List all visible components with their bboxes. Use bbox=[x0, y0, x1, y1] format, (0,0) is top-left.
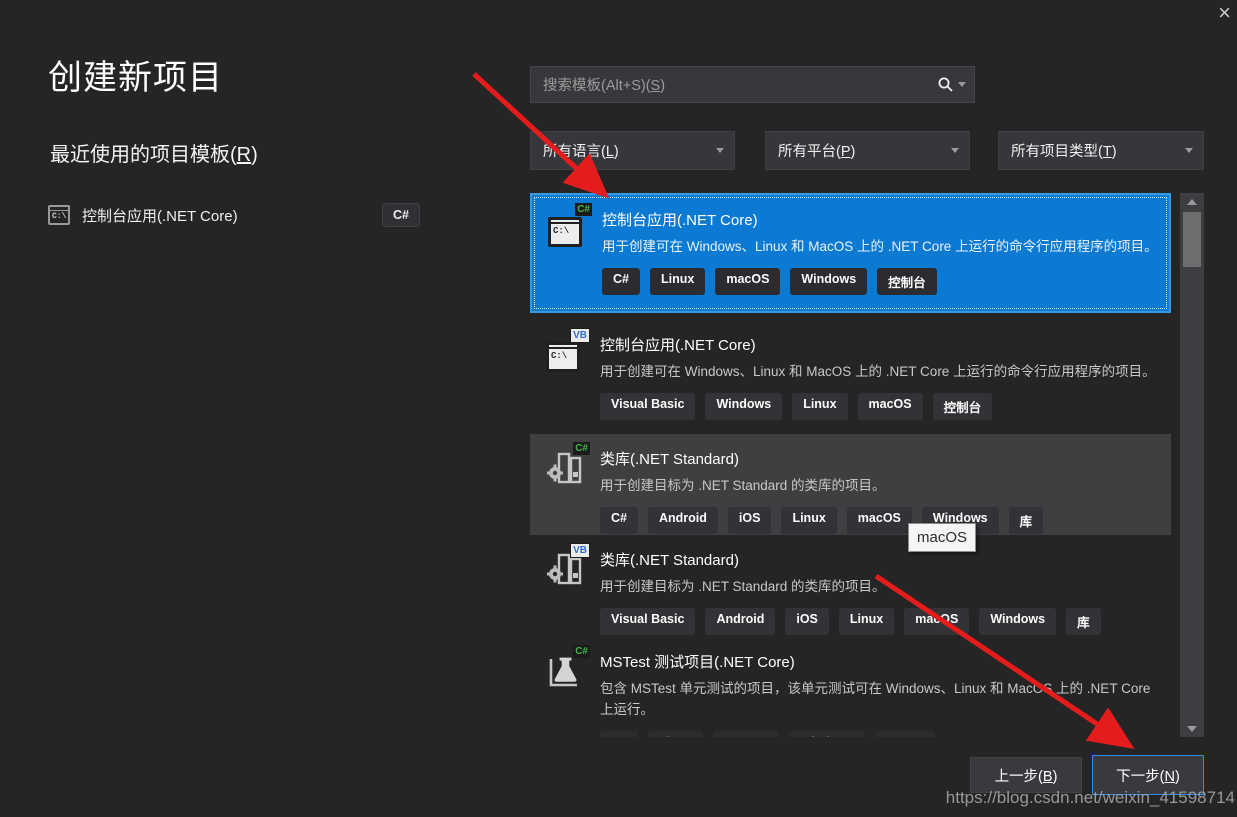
test-flask-icon: C# bbox=[546, 651, 586, 691]
triangle-down-icon bbox=[1187, 726, 1197, 732]
template-description: 用于创建目标为 .NET Standard 的类库的项目。 bbox=[600, 476, 1161, 497]
tag: Visual Basic bbox=[600, 393, 695, 420]
tag: Windows bbox=[979, 608, 1056, 635]
template-title: 控制台应用(.NET Core) bbox=[600, 334, 1161, 355]
tag: 控制台 bbox=[933, 393, 993, 420]
class-library-icon: C# bbox=[546, 448, 586, 488]
filter-language-dropdown[interactable]: 所有语言(L) bbox=[530, 131, 735, 170]
console-app-icon: C:\ bbox=[48, 205, 70, 225]
tag: C# bbox=[602, 268, 640, 295]
watermark-url: https://blog.csdn.net/weixin_41598714 bbox=[946, 788, 1235, 808]
tag: Linux bbox=[839, 608, 894, 635]
template-title: 类库(.NET Standard) bbox=[600, 448, 1161, 469]
triangle-up-icon bbox=[1187, 199, 1197, 205]
tag: iOS bbox=[785, 608, 829, 635]
template-description: 包含 MSTest 单元测试的项目，该单元测试可在 Windows、Linux … bbox=[600, 679, 1161, 721]
filter-platform-label: 所有平台(P) bbox=[778, 140, 855, 161]
tag: Windows bbox=[705, 393, 782, 420]
filter-project-type-dropdown[interactable]: 所有项目类型(T) bbox=[998, 131, 1204, 170]
tag: C# bbox=[600, 507, 638, 534]
tag: Linux bbox=[648, 731, 703, 737]
tag: macOS bbox=[858, 393, 923, 420]
chevron-down-icon bbox=[951, 148, 959, 153]
scrollbar[interactable] bbox=[1180, 193, 1204, 737]
tag: 控制台 bbox=[877, 268, 937, 295]
template-row-classlib-vb[interactable]: VB 类库(.NET Standard) 用于创建目标为 .NET Standa… bbox=[530, 535, 1171, 636]
language-badge: C# bbox=[382, 203, 420, 227]
template-description: 用于创建可在 Windows、Linux 和 MacOS 上的 .NET Cor… bbox=[600, 362, 1161, 383]
template-list: C:\ C# 控制台应用(.NET Core) 用于创建可在 Windows、L… bbox=[530, 193, 1171, 737]
template-tags: Visual Basic Windows Linux macOS 控制台 bbox=[600, 393, 1161, 420]
tag: Android bbox=[705, 608, 775, 635]
page-title: 创建新项目 bbox=[48, 50, 223, 99]
tag: iOS bbox=[728, 507, 772, 534]
chevron-down-icon bbox=[716, 148, 724, 153]
template-title: MSTest 测试项目(.NET Core) bbox=[600, 651, 1161, 672]
close-icon[interactable]: × bbox=[1218, 2, 1231, 24]
tag: Windows bbox=[790, 268, 867, 295]
recent-template-label: 控制台应用(.NET Core) bbox=[82, 205, 382, 226]
chevron-down-icon bbox=[1185, 148, 1193, 153]
tag: Visual Basic bbox=[600, 608, 695, 635]
template-tags: C# Linux macOS Windows 控制台 bbox=[602, 268, 1159, 295]
template-description: 用于创建目标为 .NET Standard 的类库的项目。 bbox=[600, 577, 1161, 598]
tag: Linux bbox=[781, 507, 836, 534]
scrollbar-down-button[interactable] bbox=[1180, 720, 1204, 737]
template-row-classlib-csharp[interactable]: C# 类库(.NET Standard) 用于创建目标为 .NET Standa… bbox=[530, 434, 1171, 535]
tooltip: macOS bbox=[908, 523, 976, 552]
tag: Linux bbox=[792, 393, 847, 420]
tag: macOS bbox=[715, 268, 780, 295]
template-tags: Visual Basic Android iOS Linux macOS Win… bbox=[600, 608, 1161, 635]
tag: macOS bbox=[904, 608, 969, 635]
class-library-icon: VB bbox=[546, 549, 586, 589]
console-app-icon: C:\ C# bbox=[548, 209, 588, 249]
template-row-mstest[interactable]: C# MSTest 测试项目(.NET Core) 包含 MSTest 单元测试… bbox=[530, 637, 1171, 737]
tag: C# bbox=[600, 731, 638, 737]
template-row-console-vb[interactable]: C:\ VB 控制台应用(.NET Core) 用于创建可在 Windows、L… bbox=[530, 320, 1171, 432]
tag: 库 bbox=[1009, 507, 1044, 534]
scrollbar-thumb[interactable] bbox=[1183, 212, 1201, 267]
scrollbar-up-button[interactable] bbox=[1180, 193, 1204, 210]
tag: macOS bbox=[713, 731, 778, 737]
recent-templates-heading: 最近使用的项目模板(R) bbox=[50, 138, 258, 167]
template-title: 控制台应用(.NET Core) bbox=[602, 209, 1159, 230]
recent-template-item[interactable]: C:\ 控制台应用(.NET Core) C# bbox=[48, 198, 420, 232]
search-icon bbox=[937, 76, 954, 93]
tag: Linux bbox=[650, 268, 705, 295]
tag: 控制台 bbox=[875, 731, 935, 737]
template-description: 用于创建可在 Windows、Linux 和 MacOS 上的 .NET Cor… bbox=[602, 237, 1159, 258]
search-input[interactable]: 搜索模板(Alt+S)(S) bbox=[530, 66, 975, 103]
search-button[interactable] bbox=[937, 76, 966, 93]
tag: Android bbox=[648, 507, 718, 534]
filter-platform-dropdown[interactable]: 所有平台(P) bbox=[765, 131, 970, 170]
console-app-icon: C:\ VB bbox=[546, 334, 586, 374]
template-title: 类库(.NET Standard) bbox=[600, 549, 1161, 570]
template-row-console-csharp[interactable]: C:\ C# 控制台应用(.NET Core) 用于创建可在 Windows、L… bbox=[530, 193, 1171, 313]
filter-language-label: 所有语言(L) bbox=[543, 140, 619, 161]
tag: 库 bbox=[1066, 608, 1101, 635]
search-dropdown-caret-icon bbox=[958, 82, 966, 87]
filter-project-type-label: 所有项目类型(T) bbox=[1011, 140, 1117, 161]
template-tags: C# Linux macOS Windows 控制台 bbox=[600, 731, 1161, 737]
search-placeholder: 搜索模板(Alt+S)(S) bbox=[543, 74, 937, 95]
tag: macOS bbox=[847, 507, 912, 534]
tag: Windows bbox=[788, 731, 865, 737]
template-tags: C# Android iOS Linux macOS Windows 库 bbox=[600, 507, 1161, 534]
